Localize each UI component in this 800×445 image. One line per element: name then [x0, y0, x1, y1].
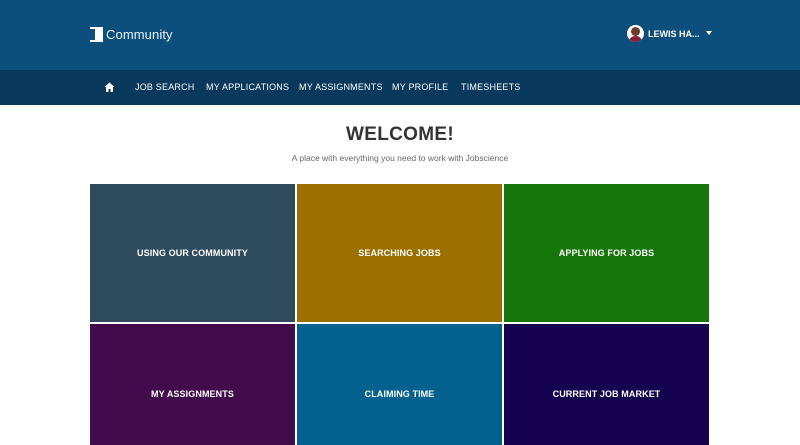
tile-my-assignments[interactable]: MY ASSIGNMENTS	[90, 324, 295, 445]
top-header: Community LEWIS HA...	[0, 0, 800, 70]
user-name: LEWIS HA...	[648, 28, 700, 39]
tile-label: USING OUR COMMUNITY	[137, 248, 248, 258]
tile-label: MY ASSIGNMENTS	[151, 388, 234, 399]
tile-label: APPLYING FOR JOBS	[558, 248, 655, 258]
tile-label: SEARCHING JOBS	[358, 248, 441, 258]
tile-claiming-time[interactable]: CLAIMING TIME	[297, 324, 502, 445]
nav-item-timesheets[interactable]: TIMESHEETS	[461, 70, 521, 105]
tile-current-job-market[interactable]: CURRENT JOB MARKET	[504, 324, 709, 445]
tile-applying-for-jobs[interactable]: APPLYING FOR JOBS	[504, 184, 709, 322]
logo-icon	[90, 27, 103, 42]
tile-label: CURRENT JOB MARKET	[552, 388, 661, 399]
nav-item-job-search[interactable]: JOB SEARCH	[135, 70, 195, 105]
nav-item-my-assignments[interactable]: MY ASSIGNMENTS	[299, 70, 383, 105]
avatar	[627, 25, 644, 42]
tile-using-our-community[interactable]: USING OUR COMMUNITY	[90, 184, 295, 322]
home-icon[interactable]	[104, 82, 115, 93]
nav-item-my-applications[interactable]: MY APPLICATIONS	[206, 70, 289, 105]
tile-searching-jobs[interactable]: SEARCHING JOBS	[297, 184, 502, 322]
page-title: WELCOME!	[346, 124, 454, 145]
chevron-down-icon[interactable]	[705, 30, 712, 35]
page-subtitle: A place with everything you need to work…	[291, 153, 509, 163]
main-nav: JOB SEARCH MY APPLICATIONS MY ASSIGNMENT…	[0, 70, 800, 105]
user-menu[interactable]: LEWIS HA...	[627, 25, 712, 42]
nav-item-my-profile[interactable]: MY PROFILE	[392, 70, 448, 105]
community-logo[interactable]: Community	[90, 27, 173, 42]
tile-label: CLAIMING TIME	[364, 388, 435, 399]
logo-text: Community	[106, 27, 173, 42]
